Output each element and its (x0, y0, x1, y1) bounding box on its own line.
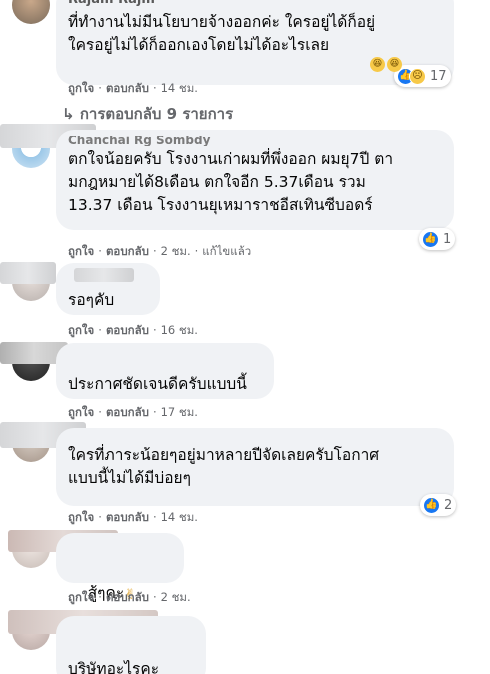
comment-text: บริษัทอะไรคะ (68, 660, 160, 674)
comment-actions: ถูกใจ · ตอบกลับ · 14 ชม. (68, 81, 198, 95)
comment-author[interactable] (68, 434, 442, 442)
comment-time[interactable]: 14 ชม. (161, 510, 198, 524)
author-blur (74, 268, 134, 282)
view-replies-link[interactable]: ↳ การตอบกลับ 9 รายการ (62, 102, 233, 126)
like-link[interactable]: ถูกใจ (68, 405, 94, 419)
like-reaction-icon: 👍 (423, 496, 440, 514)
like-link[interactable]: ถูกใจ (68, 323, 94, 337)
reaction-count: 2 (444, 497, 453, 513)
comment-text: ประกาศชัดเจนดีครับแบบนี้ (68, 375, 247, 393)
comment-author[interactable]: Chanchai Rg Sombdy (68, 136, 442, 146)
haha-emoji: 😆 (370, 57, 385, 72)
comment-bubble: ประกาศชัดเจนดีครับแบบนี้ (56, 343, 274, 399)
comment-bubble: Chanchai Rg Sombdy ตกใจน้อยครับ โรงงานเก… (56, 130, 454, 230)
comment-author[interactable] (68, 539, 172, 555)
avatar[interactable] (12, 0, 50, 24)
reply-link[interactable]: ตอบกลับ (106, 81, 149, 95)
like-reaction-icon: 👍 (422, 230, 439, 248)
like-link[interactable]: ถูกใจ (68, 590, 94, 604)
comment-bubble: สู้ๆคะ✌ (56, 533, 184, 603)
comment-author[interactable]: Rajam Rajm (68, 0, 442, 8)
haha-emoji: 😆 (387, 57, 402, 72)
comment-text: ใครที่ภาระน้อยๆอยู่มาหลายปีจัดเลยครับโอก… (68, 446, 380, 487)
comment-actions: ถูกใจ · ตอบกลับ · 17 ชม. (68, 405, 198, 419)
reaction-summary[interactable]: 👍 ☹ 17 (394, 65, 451, 87)
comment-time[interactable]: 2 ชม. (161, 590, 191, 604)
comment-time[interactable]: 16 ชม. (161, 323, 198, 337)
like-link[interactable]: ถูกใจ (68, 510, 94, 524)
reply-link[interactable]: ตอบกลับ (106, 590, 149, 604)
reaction-summary[interactable]: 👍 2 (420, 494, 457, 516)
reply-link[interactable]: ตอบกลับ (106, 405, 149, 419)
edited-label: แก้ไขแล้ว (202, 244, 252, 258)
comment-time[interactable]: 2 ชม. (161, 244, 191, 258)
comment-actions: ถูกใจ · ตอบกลับ · 2 ชม. (68, 590, 191, 604)
reaction-count: 1 (443, 231, 452, 247)
comment-text: รอๆคับ (68, 291, 115, 309)
sad-reaction-icon: ☹ (409, 67, 426, 85)
comment-time[interactable]: 17 ชม. (161, 405, 198, 419)
comment-text: ที่ทำงานไม่มีนโยบายจ้างออกค่ะ ใครอยู่ได้… (68, 13, 376, 54)
reaction-count: 17 (430, 68, 447, 84)
comment-actions: ถูกใจ · ตอบกลับ · 2 ชม. · แก้ไขแล้ว (68, 244, 252, 258)
like-link[interactable]: ถูกใจ (68, 244, 94, 258)
author-blur (0, 262, 56, 284)
comment-author[interactable] (68, 622, 194, 638)
comment-actions: ถูกใจ · ตอบกลับ · 16 ชม. (68, 323, 198, 337)
comment-bubble: ใครที่ภาระน้อยๆอยู่มาหลายปีจัดเลยครับโอก… (56, 428, 454, 506)
reply-link[interactable]: ตอบกลับ (106, 510, 149, 524)
comment-actions: ถูกใจ · ตอบกลับ · 14 ชม. (68, 510, 198, 524)
comment-author[interactable] (68, 349, 262, 365)
like-link[interactable]: ถูกใจ (68, 81, 94, 95)
reaction-summary[interactable]: 👍 1 (419, 228, 456, 250)
reply-arrow-icon: ↳ (62, 105, 75, 123)
reply-link[interactable]: ตอบกลับ (106, 244, 149, 258)
reply-link[interactable]: ตอบกลับ (106, 323, 149, 337)
comment-time[interactable]: 14 ชม. (161, 81, 198, 95)
comment-text: ตกใจน้อยครับ โรงงานเก่าผมที่พึ่งออก ผมยุ… (68, 150, 394, 214)
replies-count-label: การตอบกลับ 9 รายการ (79, 105, 234, 123)
comment-bubble: บริษัทอะไรคะ (56, 616, 206, 674)
